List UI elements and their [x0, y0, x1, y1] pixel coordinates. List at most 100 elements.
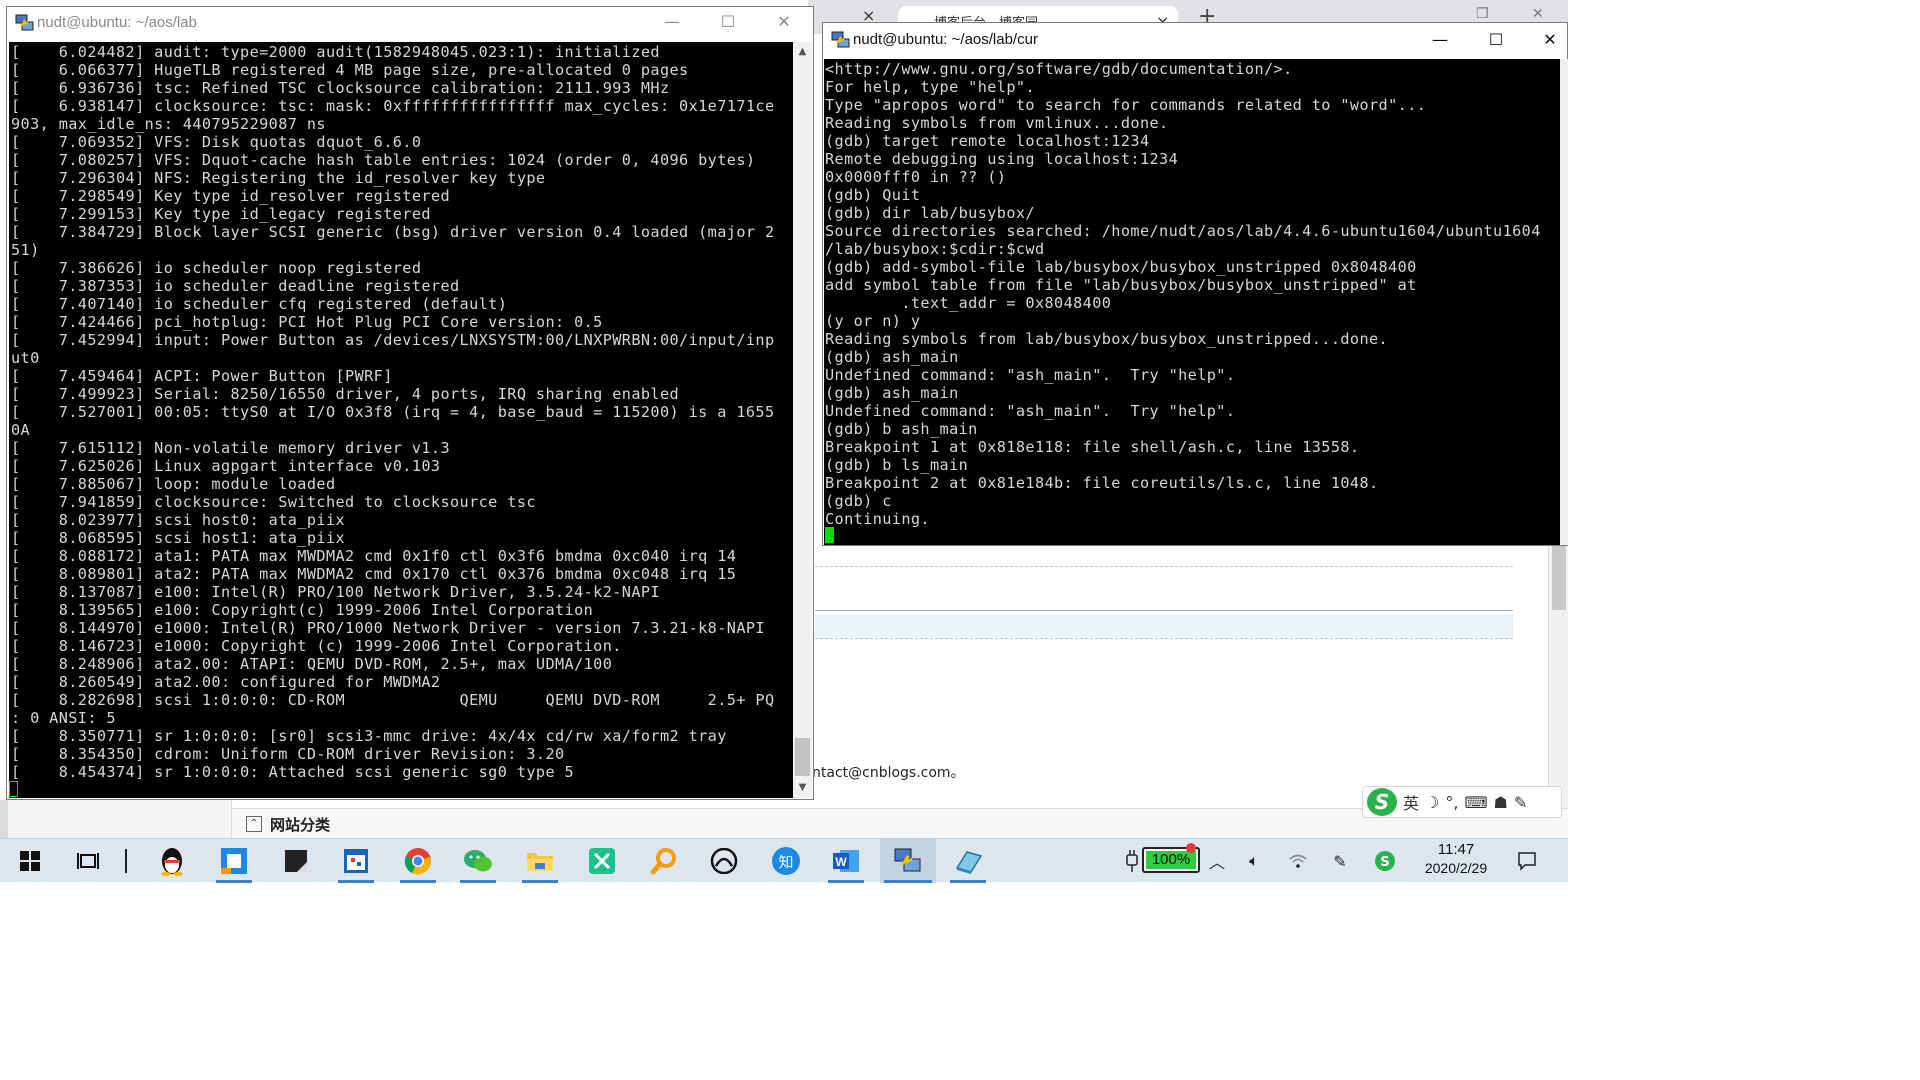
title-bar[interactable]: nudt@ubuntu: ~/aos/lab — ☐ ✕	[7, 7, 813, 37]
app-console-button[interactable]	[698, 839, 750, 883]
terminal-line: [ 8.260549] ata2.00: configured for MWDM…	[11, 673, 441, 691]
wechat-icon	[464, 850, 492, 872]
terminal-line: [ 7.080257] VFS: Dquot-cache hash table …	[11, 151, 756, 169]
task-view-button[interactable]	[62, 839, 114, 883]
punctuation-icon[interactable]: °,	[1445, 793, 1458, 812]
terminal-line: <http://www.gnu.org/software/gdb/documen…	[825, 60, 1293, 78]
scroll-up-arrow-icon[interactable]: ▲	[793, 46, 812, 57]
app-calendar-button[interactable]	[330, 839, 382, 883]
chevron-up-icon[interactable]: ︿	[1206, 839, 1228, 883]
sogou-tray-icon[interactable]: S	[1372, 839, 1398, 883]
terminal-line: [ 8.088172] ata1: PATA max MWDMA2 cmd 0x…	[11, 547, 737, 565]
file-explorer-button[interactable]	[514, 839, 566, 883]
minimize-button[interactable]: —	[649, 7, 695, 37]
terminal-line: [ 6.938147] clocksource: tsc: mask: 0xff…	[11, 97, 775, 115]
blue-square-icon	[221, 848, 247, 874]
terminal-line: (gdb) dir lab/busybox/	[825, 204, 1035, 222]
svg-text:W: W	[835, 855, 847, 869]
calendar-icon	[344, 849, 368, 873]
terminal-line: [ 6.936736] tsc: Refined TSC clocksource…	[11, 79, 670, 97]
wifi-icon[interactable]	[1286, 839, 1310, 883]
terminal-line: [ 8.146723] e1000: Copyright (c) 1999-20…	[11, 637, 622, 655]
zhihu-button[interactable]: 知	[760, 839, 812, 883]
minimize-button[interactable]: —	[1417, 25, 1463, 55]
title-bar[interactable]: nudt@ubuntu: ~/aos/lab/cur — ☐ ✕	[823, 23, 1567, 55]
terminal-line: [ 8.023977] scsi host0: ata_piix	[11, 511, 346, 529]
power-plug-icon[interactable]	[1122, 839, 1142, 883]
site-category-header[interactable]: ⌃ 网站分类	[246, 814, 330, 834]
notification-center-icon[interactable]	[1512, 839, 1542, 883]
close-button[interactable]: ✕	[761, 7, 807, 37]
app-eraser-button[interactable]	[942, 839, 994, 883]
close-button[interactable]: ✕	[1527, 25, 1573, 55]
terminal-line: (gdb) Quit	[825, 186, 921, 204]
word-icon: W	[833, 850, 859, 872]
settings-wrench-icon[interactable]: ✎	[1514, 793, 1527, 812]
putty-window-cur[interactable]: nudt@ubuntu: ~/aos/lab/cur — ☐ ✕ <http:/…	[822, 22, 1568, 546]
terminal-line: [ 7.459464] ACPI: Power Button [PWRF]	[11, 367, 393, 385]
terminal-line: [ 8.068595] scsi host1: ata_piix	[11, 529, 346, 547]
putty-window-lab[interactable]: nudt@ubuntu: ~/aos/lab — ☐ ✕ [ 6.024482]…	[6, 6, 814, 800]
terminal-line: [ 8.454374] sr 1:0:0:0: Attached scsi ge…	[11, 763, 575, 781]
app-x-button[interactable]	[576, 839, 628, 883]
scroll-down-arrow-icon[interactable]: ▼	[793, 782, 812, 793]
notification-dot	[1186, 843, 1196, 853]
keyboard-icon[interactable]: ⌨	[1464, 793, 1487, 812]
terminal-line: (gdb) ash_main	[825, 384, 959, 402]
terminal-line: [ 8.089801] ata2: PATA max MWDMA2 cmd 0x…	[11, 565, 737, 583]
chrome-button[interactable]	[392, 839, 444, 883]
sogou-logo-icon[interactable]: S	[1367, 788, 1397, 816]
terminal-line: Reading symbols from lab/busybox/busybox…	[825, 330, 1389, 348]
terminal-screen[interactable]: [ 6.024482] audit: type=2000 audit(15829…	[9, 42, 793, 798]
terminal-line: (gdb) target remote localhost:1234	[825, 132, 1150, 150]
word-button[interactable]: W	[820, 839, 872, 883]
terminal-scrollbar[interactable]	[1560, 59, 1568, 545]
terminal-line: [ 7.527001] 00:05: ttyS0 at I/O 0x3f8 (i…	[11, 403, 775, 421]
terminal-line: Undefined command: "ash_main". Try "help…	[825, 366, 1236, 384]
terminal-screen[interactable]: <http://www.gnu.org/software/gdb/documen…	[824, 59, 1560, 545]
terminal-line: [ 7.615112] Non-volatile memory driver v…	[11, 439, 451, 457]
terminal-line: : 0 ANSI: 5	[11, 709, 116, 727]
scroll-thumb[interactable]	[795, 738, 810, 776]
maximize-button[interactable]: ☐	[705, 7, 751, 37]
chrome-icon	[404, 848, 431, 875]
collapse-icon[interactable]: ⌃	[246, 816, 262, 832]
moon-icon[interactable]: ☽	[1425, 793, 1439, 812]
search-app-button[interactable]	[638, 839, 690, 883]
note-icon	[285, 850, 307, 872]
terminal-line: (gdb) b ls_main	[825, 456, 969, 474]
app-note-button[interactable]	[270, 839, 322, 883]
terminal-scrollbar[interactable]: ▲ ▼	[793, 42, 812, 798]
running-indicator	[950, 880, 986, 883]
terminal-line: Source directories searched: /home/nudt/…	[825, 222, 1541, 240]
terminal-line: [ 7.424466] pci_hotplug: PCI Hot Plug PC…	[11, 313, 603, 331]
putty-button[interactable]	[880, 839, 936, 883]
taskbar: 知 W 100% ︿ 🔈︎ ✎ S 11:47 2020/2/29	[0, 838, 1568, 883]
terminal-line: [ 7.069352] VFS: Disk quotas dquot_6.6.0	[11, 133, 422, 151]
qq-button[interactable]	[146, 839, 198, 883]
terminal-line: (gdb) ash_main	[825, 348, 959, 366]
terminal-line: [ 7.885067] loop: module loaded	[11, 475, 336, 493]
terminal-line: 0A	[11, 421, 31, 439]
app-blue-square-button[interactable]	[208, 839, 260, 883]
maximize-button[interactable]: ☐	[1473, 25, 1519, 55]
pen-icon[interactable]: ✎	[1328, 839, 1352, 883]
terminal-line: Breakpoint 2 at 0x81e184b: file coreutil…	[825, 474, 1379, 492]
task-view-icon	[77, 853, 99, 869]
left-background-strip	[0, 800, 232, 838]
terminal-line: Reading symbols from vmlinux...done.	[825, 114, 1169, 132]
window-title: nudt@ubuntu: ~/aos/lab	[37, 14, 197, 31]
terminal-line: Undefined command: "ash_main". Try "help…	[825, 402, 1236, 420]
start-button[interactable]	[4, 839, 56, 883]
close-icon[interactable]: ✕	[1532, 6, 1544, 22]
contact-text: ntact@cnblogs.com。	[812, 765, 965, 781]
magnifier-icon	[650, 848, 676, 875]
clock-time: 11:47	[1437, 841, 1475, 858]
ime-toolbar[interactable]: S 英 ☽ °, ⌨ ☗ ✎	[1362, 786, 1562, 818]
ime-language-toggle[interactable]: 英	[1403, 790, 1419, 814]
wechat-button[interactable]	[452, 839, 504, 883]
system-clock[interactable]: 11:47 2020/2/29	[1412, 839, 1500, 883]
user-icon[interactable]: ☗	[1494, 793, 1508, 812]
restore-icon[interactable]: ❐	[1476, 6, 1489, 22]
volume-icon[interactable]: 🔈︎	[1242, 839, 1266, 883]
